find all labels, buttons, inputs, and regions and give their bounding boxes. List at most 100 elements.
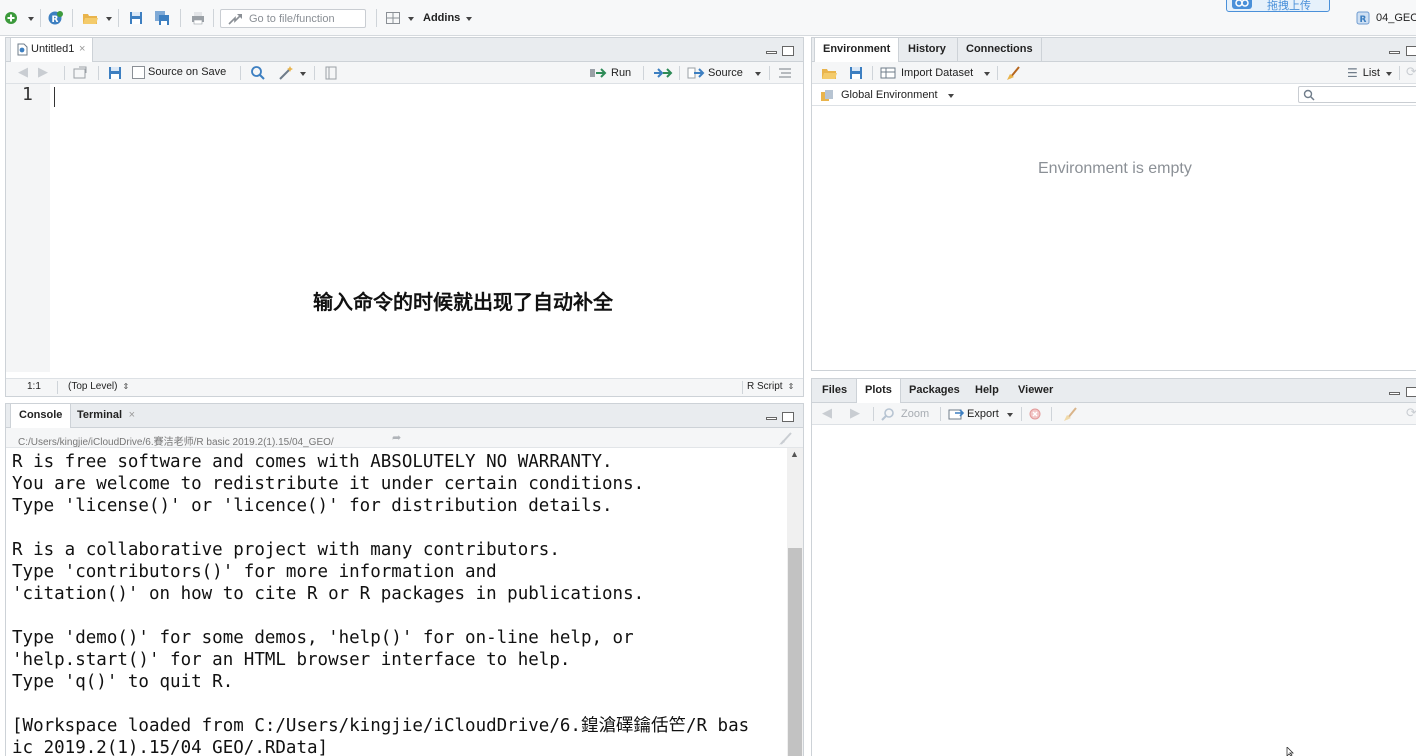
minimize-pane-icon[interactable] xyxy=(766,417,777,420)
save-workspace-icon[interactable] xyxy=(848,65,864,81)
pane-layout-icon[interactable] xyxy=(385,10,401,26)
tab-environment[interactable]: Environment xyxy=(814,38,900,63)
addins-menu[interactable]: Addins xyxy=(423,11,460,25)
minimize-pane-icon[interactable] xyxy=(766,51,777,54)
magic-wand-icon[interactable] xyxy=(278,65,294,81)
tab-viewer-label: Viewer xyxy=(1018,384,1054,396)
source-on-save-checkbox[interactable] xyxy=(132,66,145,79)
working-directory-path: C:/Users/kingjie/iCloudDrive/6.賽洁老师/R ba… xyxy=(18,437,334,448)
code-tools-dropdown-icon[interactable] xyxy=(300,72,306,76)
addins-dropdown-icon[interactable] xyxy=(466,17,472,21)
tab-plots[interactable]: Plots xyxy=(856,379,901,404)
import-dataset-dropdown-icon[interactable] xyxy=(984,72,990,76)
close-terminal-icon[interactable]: × xyxy=(129,404,135,427)
global-environment-selector[interactable]: Global Environment xyxy=(820,87,938,103)
import-dataset-button[interactable]: Import Dataset xyxy=(880,65,973,81)
print-icon[interactable] xyxy=(190,10,206,26)
tab-packages-label: Packages xyxy=(909,384,960,396)
compile-report-icon[interactable] xyxy=(323,65,339,81)
toolbar-separator xyxy=(64,66,65,80)
toolbar-separator xyxy=(940,407,941,421)
console-scrollbar-thumb[interactable] xyxy=(788,548,802,756)
tab-help[interactable]: Help xyxy=(967,379,1007,403)
filetype-selector[interactable]: R Script ⇕ xyxy=(747,381,794,392)
environment-dropdown-icon[interactable] xyxy=(948,94,954,98)
save-icon[interactable] xyxy=(128,10,144,26)
goto-arrow-icon xyxy=(228,14,242,25)
back-arrow-icon[interactable]: ◀ xyxy=(18,64,28,80)
document-outline-icon[interactable] xyxy=(777,65,793,81)
next-plot-icon[interactable]: ▶ xyxy=(850,405,860,421)
zoom-button[interactable]: Zoom xyxy=(881,406,929,422)
search-icon[interactable] xyxy=(250,65,266,81)
tab-history[interactable]: History xyxy=(900,38,954,62)
tab-plots-label: Plots xyxy=(865,384,892,396)
maximize-pane-icon[interactable] xyxy=(1406,46,1416,56)
save-all-icon[interactable] xyxy=(154,10,170,26)
goto-file-input[interactable]: Go to file/function xyxy=(220,9,366,28)
scope-selector[interactable]: (Top Level) ⇕ xyxy=(68,381,129,392)
list-view-dropdown-icon[interactable] xyxy=(1386,72,1392,76)
console-line: 'help.start()' for an HTML browser inter… xyxy=(12,650,571,670)
tab-files[interactable]: Files xyxy=(814,379,855,403)
tab-connections[interactable]: Connections xyxy=(957,38,1042,62)
tab-files-label: Files xyxy=(822,384,848,396)
open-folder-icon[interactable] xyxy=(82,10,98,26)
new-file-icon[interactable] xyxy=(3,10,19,26)
toolbar-separator xyxy=(1051,407,1052,421)
tab-untitled1[interactable]: Untitled1 × xyxy=(10,38,94,63)
maximize-pane-icon[interactable] xyxy=(782,412,794,422)
export-button[interactable]: Export xyxy=(948,406,999,422)
environment-tabbar: Environment History Connections xyxy=(812,38,1416,63)
minimize-pane-icon[interactable] xyxy=(1389,392,1400,395)
load-workspace-icon[interactable] xyxy=(821,65,837,81)
maximize-pane-icon[interactable] xyxy=(1406,387,1416,397)
open-dropdown-icon[interactable] xyxy=(106,17,112,21)
save-file-icon[interactable] xyxy=(107,65,123,81)
forward-arrow-icon[interactable]: ▶ xyxy=(38,64,48,80)
show-in-window-icon[interactable] xyxy=(72,65,88,81)
environment-toolbar: Import Dataset ☰ List ⟳ xyxy=(812,62,1416,84)
remove-plot-icon[interactable] xyxy=(1027,406,1043,422)
minimize-pane-icon[interactable] xyxy=(1389,51,1400,54)
tab-connections-label: Connections xyxy=(966,43,1033,55)
list-view-selector[interactable]: ☰ List xyxy=(1347,65,1380,81)
tab-viewer[interactable]: Viewer xyxy=(1010,379,1061,403)
tab-terminal[interactable]: Terminal × xyxy=(69,404,142,428)
scroll-up-icon[interactable]: ▲ xyxy=(790,449,799,459)
source-button[interactable]: Source xyxy=(687,65,743,81)
run-button[interactable]: Run xyxy=(590,65,631,81)
clear-console-icon[interactable] xyxy=(778,430,794,446)
console-scrollbar[interactable]: ▲ xyxy=(787,448,803,756)
clear-workspace-icon[interactable] xyxy=(1006,65,1022,81)
new-file-dropdown-icon[interactable] xyxy=(28,17,34,21)
close-tab-icon[interactable]: × xyxy=(79,38,85,61)
refresh-plot-icon[interactable]: ⟳ xyxy=(1406,405,1416,421)
environment-search-input[interactable] xyxy=(1298,86,1416,103)
source-dropdown-icon[interactable] xyxy=(755,72,761,76)
clear-plots-icon[interactable] xyxy=(1063,406,1079,422)
rerun-icon[interactable] xyxy=(653,67,673,79)
tab-console[interactable]: Console xyxy=(10,404,72,429)
goto-directory-icon[interactable]: ➦ xyxy=(392,431,401,444)
import-dataset-label: Import Dataset xyxy=(901,67,974,79)
console-output[interactable]: R is free software and comes with ABSOLU… xyxy=(12,451,786,756)
refresh-icon[interactable]: ⟳ xyxy=(1406,64,1416,80)
new-project-icon[interactable]: R xyxy=(47,10,63,26)
project-menu[interactable]: R 04_GEO xyxy=(1356,10,1416,26)
maximize-pane-icon[interactable] xyxy=(782,46,794,56)
toolbar-separator xyxy=(40,9,41,27)
code-editor[interactable] xyxy=(50,84,803,378)
upload-button[interactable]: 拖拽上传 xyxy=(1226,0,1330,12)
editor-gutter: 1 xyxy=(6,84,50,372)
pane-layout-dropdown-icon[interactable] xyxy=(408,17,414,21)
environment-icon xyxy=(821,89,833,101)
tab-packages[interactable]: Packages xyxy=(901,379,968,403)
export-dropdown-icon[interactable] xyxy=(1007,413,1013,417)
search-icon xyxy=(1303,89,1315,101)
goto-file-placeholder: Go to file/function xyxy=(249,13,335,25)
cloud-icon xyxy=(1232,0,1252,9)
previous-plot-icon[interactable]: ◀ xyxy=(822,405,832,421)
